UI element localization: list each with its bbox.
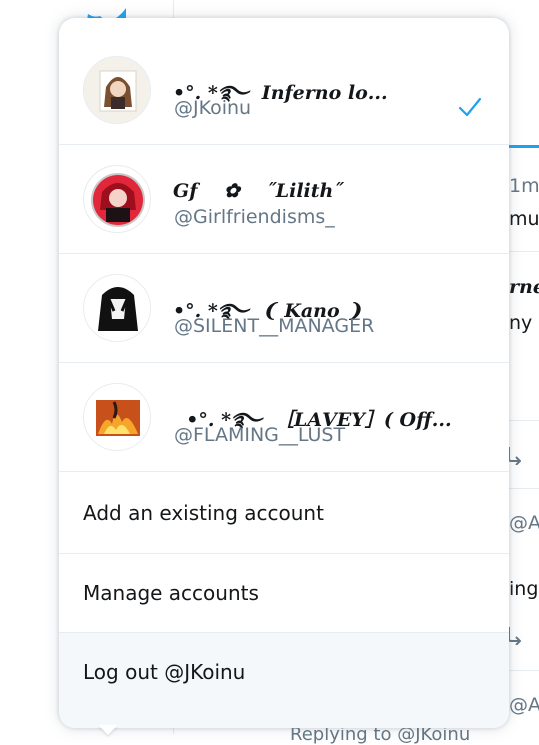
add-existing-account-button[interactable]: Add an existing account — [59, 473, 509, 553]
anime-girl-red-hair-icon — [84, 166, 150, 232]
logout-label: Log out @JKoinu — [83, 660, 246, 684]
tweet-divider — [509, 420, 539, 421]
account-item-jkoinu[interactable]: •°. *࿐ 𝑰𝒏𝒇𝒆𝒓𝒏𝒐 𝒍𝒐... @JKoinu — [59, 36, 509, 145]
add-account-label: Add an existing account — [83, 501, 324, 525]
tweet-handle-fragment: @A — [509, 512, 539, 534]
tweet-divider — [509, 251, 539, 252]
tweet-author-fragment: rne — [509, 276, 539, 298]
manage-accounts-label: Manage accounts — [83, 581, 259, 605]
avatar — [83, 165, 151, 233]
account-handle: @Girlfriendisms_ — [174, 206, 335, 228]
account-item-flaming-lust[interactable]: •°. *࿐ ［𝑳𝑨𝑽𝑬𝒀］( Off... @FLAMING__LUST — [59, 363, 509, 472]
account-handle: @FLAMING__LUST — [174, 424, 346, 446]
avatar — [83, 274, 151, 342]
account-item-silent-manager[interactable]: •°. *࿐ ❨ 𝑲𝒂𝒏𝒐 ❩ @SILENT__MANAGER — [59, 254, 509, 363]
display-name: 𝑮𝒇 ✿ ˝𝑳𝒊𝒍𝒊𝒕𝒉˝ — [173, 180, 343, 202]
avatar — [83, 56, 151, 124]
tweet-text-fragment: mu — [509, 208, 539, 230]
tweet-divider — [509, 670, 539, 671]
anime-girl-brown-hair-icon — [84, 57, 150, 123]
tweet-handle-fragment: @A — [509, 694, 539, 716]
account-handle: @JKoinu — [174, 97, 252, 119]
manage-accounts-button[interactable]: Manage accounts — [59, 554, 509, 632]
tweet-text-fragment: ny — [509, 312, 533, 334]
account-item-girlfriendisms[interactable]: 𝑮𝒇 ✿ ˝𝑳𝒊𝒍𝒊𝒕𝒉˝ @Girlfriendisms_ — [59, 145, 509, 254]
anime-girl-black-hair-icon — [84, 275, 150, 341]
fire-art-icon — [84, 384, 150, 450]
checkmark-icon — [458, 97, 482, 117]
active-tab-indicator — [509, 145, 539, 148]
logout-button[interactable]: Log out @JKoinu — [59, 633, 509, 728]
account-switcher-menu: •°. *࿐ 𝑰𝒏𝒇𝒆𝒓𝒏𝒐 𝒍𝒐... @JKoinu 𝑮𝒇 ✿ ˝𝑳𝒊𝒍𝒊𝒕… — [59, 18, 509, 728]
account-handle: @SILENT__MANAGER — [174, 315, 375, 337]
tweet-text-fragment: ing — [509, 578, 539, 600]
avatar — [83, 383, 151, 451]
tweet-time: 1m — [509, 175, 539, 197]
tweet-divider — [509, 488, 539, 489]
